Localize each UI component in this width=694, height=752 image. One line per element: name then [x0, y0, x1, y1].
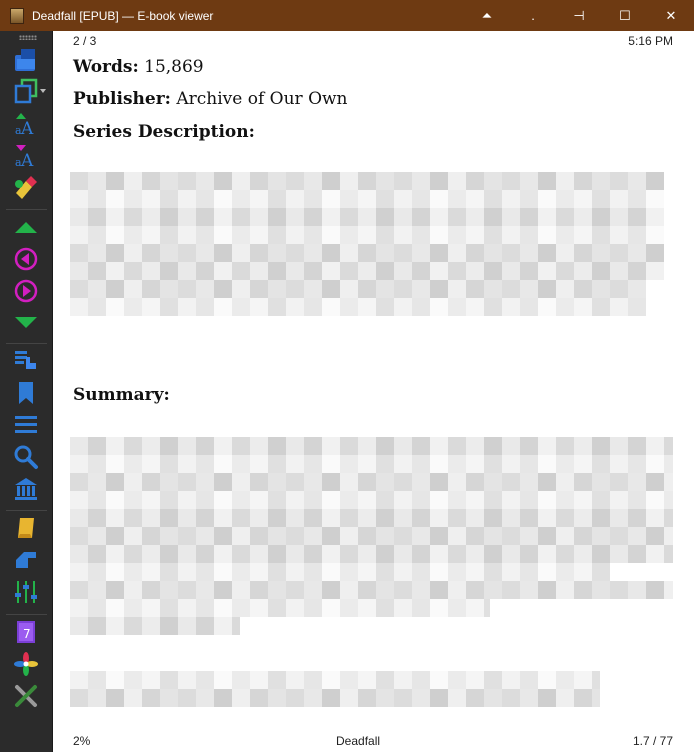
- goto-location-icon[interactable]: [10, 346, 42, 376]
- metadata-icon[interactable]: 7: [10, 617, 42, 647]
- maximize-button[interactable]: ☐: [602, 0, 648, 31]
- svg-text:A: A: [20, 151, 34, 169]
- svg-text:a: a: [15, 156, 22, 169]
- publisher-label: Publisher:: [73, 89, 171, 109]
- words-line: Words: 15,869: [73, 57, 204, 77]
- back-icon[interactable]: [10, 244, 42, 274]
- preferences-icon[interactable]: [10, 577, 42, 607]
- reference-mode-icon[interactable]: [10, 474, 42, 504]
- pin-button[interactable]: ⊣: [556, 0, 602, 31]
- summary-heading: Summary:: [73, 385, 170, 405]
- svg-text:a: a: [15, 124, 22, 137]
- close-button[interactable]: ✕: [648, 0, 694, 31]
- page-progress: 2 / 3: [73, 34, 97, 48]
- minimize-button[interactable]: .: [510, 0, 556, 31]
- svg-text:7: 7: [23, 627, 31, 641]
- open-book-icon[interactable]: [10, 45, 42, 75]
- move-to-top-button[interactable]: ⏶: [464, 0, 510, 31]
- series-description-heading: Series Description:: [73, 122, 255, 142]
- color-scheme-icon[interactable]: [10, 172, 42, 202]
- publisher-line: Publisher: Archive of Our Own: [73, 89, 348, 109]
- inspector-icon[interactable]: [10, 649, 42, 679]
- words-label: Words:: [73, 57, 139, 77]
- summary-blurred-text-continued: [70, 671, 600, 707]
- svg-text:A: A: [20, 119, 34, 137]
- publisher-value: Archive of Our Own: [176, 89, 348, 109]
- toolbar-grip[interactable]: [19, 35, 37, 40]
- forward-icon[interactable]: [10, 276, 42, 306]
- table-of-contents-icon[interactable]: [10, 410, 42, 440]
- font-smaller-icon[interactable]: Aa: [10, 140, 42, 170]
- words-value: 15,869: [144, 57, 204, 77]
- search-icon[interactable]: [10, 442, 42, 472]
- bookmark-icon[interactable]: [10, 378, 42, 408]
- title-bar: Deadfall [EPUB] — E-book viewer ⏶ . ⊣ ☐ …: [0, 0, 694, 31]
- book-title-footer: Deadfall: [336, 734, 381, 748]
- percent-read: 2%: [73, 734, 91, 748]
- window-title: Deadfall [EPUB] — E-book viewer: [32, 8, 214, 23]
- previous-section-icon[interactable]: [10, 212, 42, 242]
- toolbar-separator: [6, 510, 47, 511]
- highlights-icon[interactable]: [10, 513, 42, 543]
- font-larger-icon[interactable]: Aa: [10, 108, 42, 138]
- summary-blurred-text: [70, 437, 673, 635]
- book-page[interactable]: 2 / 3 5:16 PM Words: 15,869 Publisher: A…: [54, 31, 694, 752]
- copy-icon[interactable]: [10, 76, 42, 106]
- toggle-toolbar-icon[interactable]: [10, 545, 42, 575]
- app-icon: [10, 7, 24, 24]
- toolbar-separator: [6, 614, 47, 615]
- next-section-icon[interactable]: [10, 307, 42, 337]
- toolbar-separator: [6, 343, 47, 344]
- location-indicator: 1.7 / 77: [632, 734, 673, 748]
- toolbar-separator: [6, 209, 47, 210]
- quit-icon[interactable]: [10, 681, 42, 711]
- clock: 5:16 PM: [628, 34, 673, 48]
- series-description-blurred-text: [70, 172, 664, 316]
- left-toolbar: Aa Aa 7: [0, 31, 53, 752]
